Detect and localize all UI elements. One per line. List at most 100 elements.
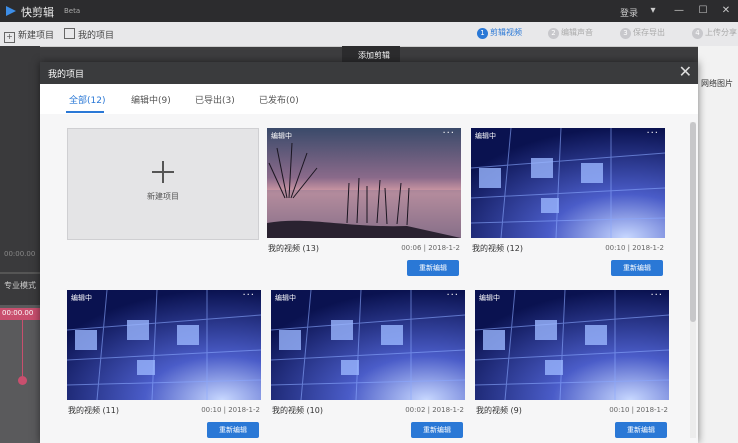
step-4[interactable]: 4 上传分享 xyxy=(692,27,737,39)
video-thumbnail[interactable]: 编辑中 ··· xyxy=(271,290,465,400)
app-title: 快剪辑 xyxy=(21,6,54,19)
dialog-title: 我的项目 xyxy=(48,70,85,80)
status-badge: 编辑中 xyxy=(475,132,496,140)
app-logo-icon xyxy=(6,6,16,16)
video-name: 我的视频 (10) xyxy=(272,406,323,415)
status-badge: 编辑中 xyxy=(479,294,500,302)
project-card[interactable]: 编辑中 ··· 我的视频 (11) 00:10 | 2018-1-2 重新编辑 xyxy=(67,290,261,438)
active-tab-indicator xyxy=(66,111,104,113)
video-duration: 00:10 xyxy=(609,406,630,414)
blue-grid-thumbnail-image xyxy=(475,290,669,400)
tab-editing[interactable]: 编辑中(9) xyxy=(131,93,171,106)
playhead[interactable] xyxy=(22,320,23,380)
my-projects-button[interactable]: 我的项目 xyxy=(64,28,114,41)
video-name: 我的视频 (13) xyxy=(268,244,319,253)
video-thumbnail[interactable]: 编辑中 ··· xyxy=(475,290,669,400)
step-number: 4 xyxy=(692,28,703,39)
video-thumbnail[interactable]: 编辑中 ··· xyxy=(267,128,461,238)
video-duration: 00:10 xyxy=(605,244,626,252)
blue-grid-thumbnail-image xyxy=(471,128,665,238)
reedit-button[interactable]: 重新编辑 xyxy=(407,260,459,276)
reedit-button[interactable]: 重新编辑 xyxy=(615,422,667,438)
close-icon[interactable]: ✕ xyxy=(719,4,733,18)
title-bar: 快剪辑 Beta 登录 ▾ — ☐ ✕ xyxy=(0,0,738,22)
playhead-handle[interactable] xyxy=(18,376,27,385)
video-meta: 00:10 | 2018-1-2 xyxy=(609,406,668,414)
new-project-card-label: 新建项目 xyxy=(147,192,179,201)
video-date: 2018-1-2 xyxy=(632,244,664,252)
scrollbar[interactable] xyxy=(690,122,696,438)
step-label: 上传分享 xyxy=(705,28,737,37)
folder-icon xyxy=(64,28,75,39)
more-icon[interactable]: ··· xyxy=(650,290,663,301)
timeline-time: 00:00.00 xyxy=(2,309,34,317)
plus-icon: + xyxy=(4,32,15,43)
editor-right-panel xyxy=(698,46,738,443)
more-icon[interactable]: ··· xyxy=(442,128,455,139)
step-number: 2 xyxy=(548,28,559,39)
video-duration: 00:02 xyxy=(405,406,426,414)
more-icon[interactable]: ··· xyxy=(446,290,459,301)
step-label: 编辑声音 xyxy=(561,28,593,37)
project-card[interactable]: 编辑中 ··· 我的视频 (12) 00:10 | 2018-1-2 重新编辑 xyxy=(471,128,665,276)
dialog-header: 我的项目 ✕ xyxy=(40,62,698,84)
my-projects-label: 我的项目 xyxy=(78,31,115,41)
step-label: 保存导出 xyxy=(633,28,665,37)
status-badge: 编辑中 xyxy=(271,132,292,140)
blue-grid-thumbnail-image xyxy=(67,290,261,400)
minimize-icon[interactable]: — xyxy=(672,4,686,18)
tab-all[interactable]: 全部(12) xyxy=(69,93,105,106)
add-clip-tab[interactable]: 添加剪辑 xyxy=(342,46,400,62)
video-name: 我的视频 (12) xyxy=(472,244,523,253)
video-name: 我的视频 (9) xyxy=(476,406,522,415)
video-meta: 00:10 | 2018-1-2 xyxy=(201,406,260,414)
project-card[interactable]: 编辑中 ··· 我的视频 (10) 00:02 | 2018-1-2 重新编辑 xyxy=(271,290,465,438)
project-card[interactable]: 编辑中 ··· 我的视频 (9) 00:10 | 2018-1-2 重新编辑 xyxy=(475,290,669,438)
login-link[interactable]: 登录 xyxy=(620,6,638,19)
timeline xyxy=(0,305,40,443)
my-projects-dialog: 我的项目 ✕ 全部(12) 编辑中(9) 已导出(3) 已发布(0) 新建项目 xyxy=(40,62,698,443)
more-icon[interactable]: ··· xyxy=(242,290,255,301)
reedit-button[interactable]: 重新编辑 xyxy=(207,422,259,438)
maximize-icon[interactable]: ☐ xyxy=(696,4,710,18)
video-date: 2018-1-2 xyxy=(432,406,464,414)
step-2[interactable]: 2 编辑声音 xyxy=(548,27,593,39)
step-3[interactable]: 3 保存导出 xyxy=(620,27,665,39)
web-image-label[interactable]: 网络图片 xyxy=(701,78,733,89)
step-label: 剪辑视频 xyxy=(490,28,522,37)
video-meta: 00:06 | 2018-1-2 xyxy=(401,244,460,252)
add-clip-label: 添加剪辑 xyxy=(358,51,390,60)
reedit-button[interactable]: 重新编辑 xyxy=(611,260,663,276)
video-thumbnail[interactable]: 编辑中 ··· xyxy=(67,290,261,400)
project-tabs: 全部(12) 编辑中(9) 已导出(3) 已发布(0) xyxy=(40,84,698,115)
new-project-button[interactable]: + 新建项目 xyxy=(4,28,54,43)
scrollbar-thumb[interactable] xyxy=(690,122,696,322)
new-project-label: 新建项目 xyxy=(18,31,55,41)
video-meta: 00:10 | 2018-1-2 xyxy=(605,244,664,252)
reedit-button[interactable]: 重新编辑 xyxy=(411,422,463,438)
plus-icon xyxy=(152,161,174,183)
video-date: 2018-1-2 xyxy=(228,406,260,414)
menu-icon[interactable]: ▾ xyxy=(646,4,660,18)
video-duration: 00:10 xyxy=(201,406,222,414)
close-icon[interactable]: ✕ xyxy=(679,63,692,81)
divider xyxy=(0,272,40,274)
tab-published[interactable]: 已发布(0) xyxy=(259,93,299,106)
step-1[interactable]: 1 剪辑视频 xyxy=(477,27,522,39)
toolbar: + 新建项目 我的项目 1 剪辑视频 2 编辑声音 3 保存导出 4 上传分享 xyxy=(0,22,738,47)
preview-time: 00:00.00 xyxy=(4,250,36,258)
tab-exported[interactable]: 已导出(3) xyxy=(195,93,235,106)
pro-mode-label[interactable]: 专业模式 xyxy=(4,280,36,291)
video-thumbnail[interactable]: 编辑中 ··· xyxy=(471,128,665,238)
video-date: 2018-1-2 xyxy=(636,406,668,414)
project-card[interactable]: 编辑中 ··· 我的视频 (13) 00:06 | 2018-1-2 重新编辑 xyxy=(267,128,461,276)
video-meta: 00:02 | 2018-1-2 xyxy=(405,406,464,414)
step-number: 3 xyxy=(620,28,631,39)
video-date: 2018-1-2 xyxy=(428,244,460,252)
blue-grid-thumbnail-image xyxy=(271,290,465,400)
new-project-card[interactable]: 新建项目 xyxy=(67,128,259,240)
more-icon[interactable]: ··· xyxy=(646,128,659,139)
project-grid: 新建项目 编辑中 ··· 我的视频 (13) 00:06 | 2018-1-2 … xyxy=(40,114,698,443)
sunset-thumbnail-image xyxy=(267,128,461,238)
video-duration: 00:06 xyxy=(401,244,422,252)
